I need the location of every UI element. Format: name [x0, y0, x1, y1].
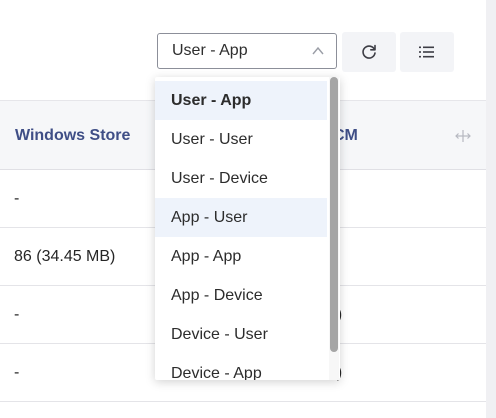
column-header-windows-store[interactable]: Windows Store	[15, 127, 130, 145]
column-resize-icon[interactable]	[455, 129, 471, 143]
dropdown-scrollbar-thumb[interactable]	[330, 77, 338, 352]
list-icon	[419, 46, 434, 58]
column-settings-button[interactable]	[400, 32, 454, 72]
dropdown-option-app-device[interactable]: App - Device	[155, 276, 327, 315]
view-mode-select[interactable]: User - App	[157, 33, 337, 69]
dropdown-option-device-app[interactable]: Device - App	[155, 354, 327, 381]
view-mode-select-value: User - App	[172, 42, 248, 59]
chevron-up-icon	[312, 46, 324, 55]
table-cell: -	[14, 364, 20, 381]
page-edge	[486, 0, 496, 418]
table-cell: -	[14, 306, 20, 323]
refresh-button[interactable]	[342, 32, 396, 72]
dropdown-option-user-user[interactable]: User - User	[155, 120, 327, 159]
refresh-icon	[362, 44, 376, 59]
dropdown-option-device-user[interactable]: Device - User	[155, 315, 327, 354]
table-cell: -	[14, 190, 20, 207]
table-cell: 86 (34.45 MB)	[14, 248, 116, 265]
dropdown-option-user-app[interactable]: User - App	[155, 81, 327, 120]
main-panel: User - App Windows Store CM - 86 (34.45 …	[0, 0, 486, 418]
dropdown-option-app-user[interactable]: App - User	[155, 198, 327, 237]
dropdown-scrollbar[interactable]	[329, 77, 339, 380]
dropdown-option-user-device[interactable]: User - Device	[155, 159, 327, 198]
dropdown-option-app-app[interactable]: App - App	[155, 237, 327, 276]
view-mode-dropdown[interactable]: User - App User - User User - Device App…	[155, 77, 340, 380]
